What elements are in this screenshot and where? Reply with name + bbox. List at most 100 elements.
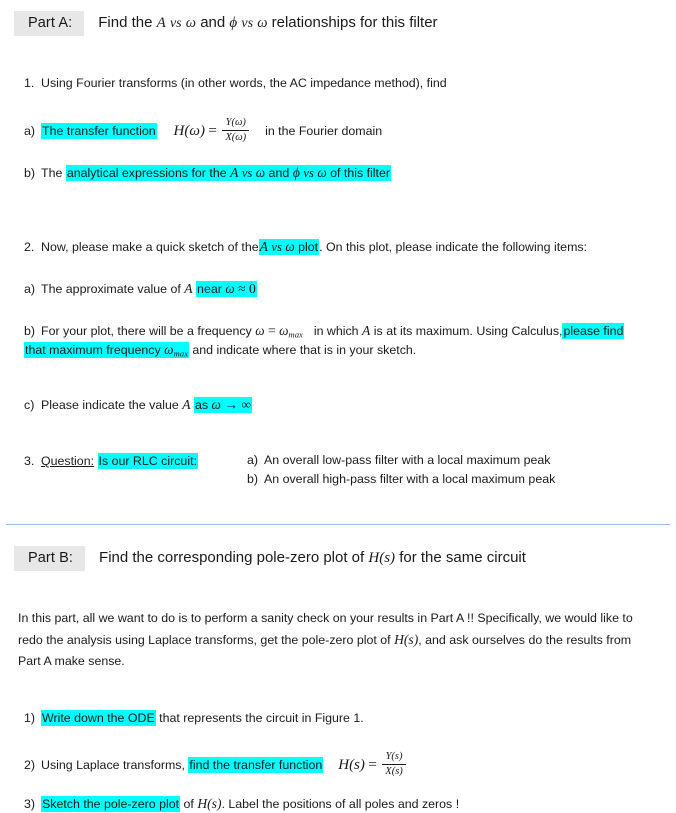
fraction-denominator-omega: X(ω) (222, 130, 250, 144)
fraction-numerator-omega: Y(ω) (225, 117, 246, 128)
fraction-y-over-x-omega: Y(ω) X(ω) (222, 117, 250, 144)
part-b-title-pre: Find the corresponding pole-zero plot of (99, 549, 365, 566)
part-b-item-1-highlight: Write down the ODE (41, 710, 156, 726)
part-b-item-1: 1) Write down the ODE that represents the… (24, 710, 364, 727)
part-a-title-phi-symbol: ϕ (229, 15, 238, 31)
part-a-item-2-omega: ω (285, 239, 295, 254)
transfer-function-symbol-s: H(s) (338, 756, 365, 773)
part-a-title: Find the A vs ω and ϕ vs ω relationships… (98, 14, 437, 32)
part-a-item-1b-A: A (230, 165, 239, 180)
part-a-item-2b-line2-highlight: that maximum frequency ωmax (24, 342, 189, 358)
part-a-item-2a: a) The approximate value of A near ω ≈ 0 (24, 280, 257, 298)
part-a-title-and: and (200, 14, 226, 31)
part-b-intro-line-2-post: , and ask ourselves do the results from (418, 633, 632, 647)
fraction-denominator-s: X(s) (382, 764, 406, 778)
part-b-item-3-mid: of (183, 797, 194, 811)
infinity-icon: ∞ (241, 397, 252, 412)
part-b-item-2-highlight: find the transfer function (188, 756, 324, 773)
part-a-item-2c-omega: ω (211, 397, 221, 412)
part-b-item-3-tail: . Label the positions of all poles and z… (221, 797, 460, 811)
part-a-item-3-choice-a-marker: a) (247, 453, 259, 467)
equals-sign-1a: = (208, 122, 217, 139)
part-b-intro-line-2: redo the analysis using Laplace transfor… (18, 629, 658, 651)
part-a-title-vs-2: vs (241, 16, 254, 31)
part-a-item-1a-tail: in the Fourier domain (265, 123, 383, 138)
part-a-item-2b-equals: = (267, 323, 276, 338)
part-a-item-1b-marker: b) (24, 166, 36, 180)
part-a-item-2b-marker: b) (24, 324, 36, 338)
part-a-item-2a-omega: ω (225, 281, 235, 296)
part-a-item-1-marker: 1. (24, 76, 35, 90)
equals-sign-2: = (368, 756, 377, 773)
part-a-item-2-tail: . On this plot, please indicate the foll… (319, 240, 588, 254)
part-a-item-3-choice-b-text: An overall high-pass filter with a local… (264, 472, 556, 486)
part-b-title-transfer-function-symbol: H(s) (368, 550, 396, 566)
part-a-item-1b-highlight: analytical expressions for the A vs ω an… (65, 165, 392, 181)
part-a-item-2b-line2-lead: that maximum frequency (25, 343, 161, 357)
part-a-item-3-choice-a-text: An overall low-pass filter with a local … (264, 453, 551, 467)
part-a-item-2b-line1-highlight: please find (562, 323, 625, 339)
part-a-item-2b-omega-max-base: ω (279, 323, 289, 338)
part-a-item-2c-marker: c) (24, 398, 35, 412)
part-a-item-2c-lead: Please indicate the value (41, 398, 179, 412)
part-b-item-1-tail: that represents the circuit in Figure 1. (159, 711, 364, 725)
part-b-item-2: 2) Using Laplace transforms, find the tra… (24, 751, 408, 779)
part-a-item-1b-and: and (268, 166, 290, 180)
part-a-item-2a-zero: 0 (249, 281, 256, 296)
part-a-item-3: 3. Question: Is our RLC circuit: (24, 453, 198, 470)
part-a-item-2c-as: as (195, 398, 209, 412)
part-a-item-2-highlight: A vs ω plot (258, 239, 320, 255)
part-a-item-2-marker: 2. (24, 240, 35, 254)
part-a-item-1b-phi: ϕ (292, 166, 300, 181)
part-b-tag: Part B: (14, 546, 86, 571)
part-a-item-1: 1. Using Fourier transforms (in other wor… (24, 75, 447, 92)
part-a-item-2-A: A (259, 239, 268, 254)
part-a-title-pre: Find the (98, 14, 153, 31)
part-b-intro: In this part, all we want to do is to pe… (18, 608, 658, 672)
right-arrow-icon: → (224, 397, 238, 412)
part-a-item-2a-approx-sign: ≈ (238, 281, 246, 296)
part-a-item-1b-vs-1: vs (241, 166, 253, 180)
part-a-item-1b-omega-2: ω (317, 165, 327, 180)
part-a-item-2-plot-word: plot (298, 240, 319, 254)
part-a-item-3-choice-a: a) An overall low-pass filter with a loca… (247, 453, 550, 467)
part-a-item-3-label: Question: (41, 454, 95, 468)
part-a-item-2a-marker: a) (24, 282, 36, 296)
fraction-y-over-x-s: Y(s) X(s) (382, 751, 406, 778)
part-b-item-3-marker: 3) (24, 797, 36, 811)
part-b-item-2-marker: 2) (24, 757, 36, 772)
part-a-item-2b-omega-max: ωmax (279, 323, 303, 340)
part-a-item-1-text: Using Fourier transforms (in other words… (41, 76, 447, 90)
part-a-item-2b-line-1: b) For your plot, there will be a frequen… (24, 322, 625, 341)
part-b-item-1-marker: 1) (24, 711, 36, 725)
part-a-item-2c: c) Please indicate the value A as ω → ∞ (24, 396, 253, 414)
part-b-intro-line-3: Part A make sense. (18, 654, 125, 668)
part-a-item-2b-omega-max-sub: max (288, 329, 303, 340)
part-b-item-3-H-symbol: H(s) (197, 796, 222, 811)
part-a-item-2c-highlight: as ω → ∞ (194, 397, 253, 413)
part-b-intro-H-symbol: H(s) (394, 632, 419, 647)
part-a-item-1a-marker: a) (24, 123, 36, 138)
part-a-item-2c-A: A (182, 397, 191, 412)
part-a-item-2b-line2-omega-max-sub: max (173, 348, 188, 359)
part-a-item-3-choice-b-marker: b) (247, 472, 259, 486)
part-a-item-1b-vs-2: vs (303, 166, 314, 180)
part-b-item-3: 3) Sketch the pole-zero plot of H(s). Lab… (24, 795, 459, 813)
part-a-item-2a-A: A (184, 281, 193, 296)
part-a-item-2b-line1-mid: in which (313, 324, 359, 338)
part-b-intro-line-1: In this part, all we want to do is to pe… (18, 611, 633, 625)
part-a-item-2b-line1-tail: is at its maximum. Using Calculus, (373, 324, 563, 338)
fraction-numerator-s: Y(s) (385, 751, 403, 762)
part-b-item-3-highlight: Sketch the pole-zero plot (41, 796, 181, 812)
part-a-tag: Part A: (14, 11, 85, 36)
part-a-item-3-marker: 3. (24, 454, 35, 468)
transfer-function-symbol-omega: H(ω) (173, 122, 205, 139)
part-a-item-1a: a) The transfer function H(ω) = Y(ω) X(ω)… (24, 117, 383, 145)
part-a-item-3-choice-b: b) An overall high-pass filter with a loc… (247, 472, 555, 486)
part-a-title-vs-1: vs (169, 16, 182, 31)
part-a-item-1b: b) The analytical expressions for the A v… (24, 164, 392, 184)
part-a-item-2b-line1-lead: For your plot, there will be a frequency (41, 324, 252, 338)
part-a-item-2b-omega: ω (255, 323, 265, 338)
part-a-item-2-vs: vs (271, 240, 282, 254)
part-b-item-2-lead: Using Laplace transforms, (41, 757, 185, 772)
